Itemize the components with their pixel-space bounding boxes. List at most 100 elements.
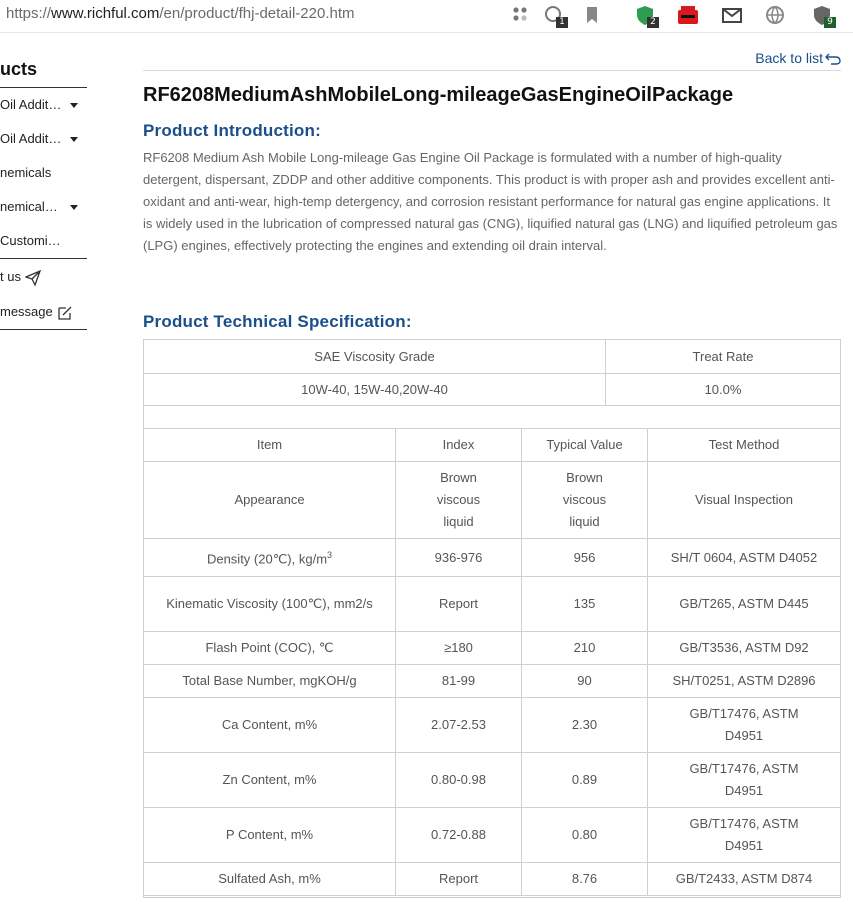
- intro-heading: Product Introduction:: [143, 121, 321, 140]
- sidebar-divider: [0, 329, 87, 330]
- viscosity-table: SAE Viscosity Grade Treat Rate 10W-40, 1…: [143, 339, 841, 406]
- index-cell: 936-976: [395, 538, 522, 577]
- typical-cell: 0.89: [521, 752, 648, 808]
- header-divider: [143, 70, 841, 71]
- item-cell: Kinematic Viscosity (100℃), mm2/s: [143, 576, 396, 632]
- method-cell: GB/T17476, ASTM D4951: [647, 697, 841, 753]
- extension-badge: 1: [556, 17, 568, 28]
- index-cell: 2.07-2.53: [395, 697, 522, 753]
- item-cell: Appearance: [143, 461, 396, 539]
- sidebar-item-label: Customi…: [0, 233, 61, 248]
- header-cell: Index: [395, 428, 522, 462]
- typical-cell: 8.76: [521, 862, 648, 896]
- shield-extension-icon[interactable]: 2: [634, 4, 659, 28]
- item-cell: Total Base Number, mgKOH/g: [143, 664, 396, 698]
- back-label: Back to list: [755, 50, 823, 66]
- caret-down-icon[interactable]: [70, 205, 78, 210]
- back-to-list-link[interactable]: Back to list: [755, 50, 841, 66]
- sidebar-item-label: nemicals …: [0, 199, 62, 214]
- header-cell: SAE Viscosity Grade: [143, 339, 606, 374]
- red-extension-icon[interactable]: [676, 4, 698, 26]
- item-superscript: 3: [327, 550, 333, 561]
- treat-rate-cell: 10.0%: [605, 373, 841, 406]
- edit-icon: [58, 306, 72, 320]
- item-cell: Ca Content, m%: [143, 697, 396, 753]
- sidebar-item-label: Oil Additi…: [0, 131, 62, 146]
- table-row: Flash Point (COC), ℃ ≥180 210 GB/T3536, …: [143, 631, 841, 665]
- address-bar[interactable]: https://www.richful.com/en/product/fhj-d…: [0, 0, 853, 33]
- sidebar-item-customization[interactable]: Customi…: [0, 224, 87, 258]
- return-arrow-icon: [825, 53, 841, 65]
- index-cell: Report: [395, 576, 522, 632]
- method-cell: SH/T 0604, ASTM D4052: [647, 538, 841, 577]
- intro-paragraph: RF6208 Medium Ash Mobile Long-mileage Ga…: [143, 150, 838, 253]
- paper-plane-icon: [24, 269, 42, 287]
- item-text: Density (20℃), kg/m: [206, 551, 328, 567]
- url-path: /en/product/fhj-detail-220.htm: [159, 5, 355, 22]
- bookmark-icon[interactable]: [581, 4, 603, 26]
- method-cell: GB/T17476, ASTM D4951: [647, 807, 841, 863]
- table-row: Ca Content, m% 2.07-2.53 2.30 GB/T17476,…: [143, 697, 841, 753]
- spec-table: Item Index Typical Value Test Method App…: [143, 428, 841, 896]
- method-cell: GB/T3536, ASTM D92: [647, 631, 841, 665]
- sidebar-item-label: Oil Additi…: [0, 97, 62, 112]
- sidebar-item-chemicals-2[interactable]: nemicals …: [0, 190, 87, 224]
- table-row: Density (20℃), kg/m3 936-976 956 SH/T 06…: [143, 538, 841, 577]
- index-cell: 0.80-0.98: [395, 752, 522, 808]
- globe-icon[interactable]: [764, 4, 786, 26]
- apps-grid-icon[interactable]: [510, 4, 532, 26]
- translate-extension-icon[interactable]: 1: [543, 4, 568, 28]
- typical-cell: 90: [521, 664, 648, 698]
- url-text[interactable]: https://www.richful.com/en/product/fhj-d…: [6, 5, 355, 22]
- sidebar-item-label: nemicals: [0, 165, 52, 180]
- url-host: www.richful.com: [51, 5, 160, 22]
- typical-cell: 0.80: [521, 807, 648, 863]
- sidebar-title: ucts: [0, 55, 87, 88]
- table-row: Sulfated Ash, m% Report 8.76 GB/T2433, A…: [143, 862, 841, 896]
- shield-dark-extension-icon[interactable]: 9: [811, 4, 836, 28]
- extension-badge: 2: [647, 17, 659, 28]
- typical-cell: 956: [521, 538, 648, 577]
- typical-cell: 210: [521, 631, 648, 665]
- typical-cell: 135: [521, 576, 648, 632]
- sidebar-item-oil-additives-1[interactable]: Oil Additi…: [0, 88, 87, 122]
- product-sidebar: ucts Oil Additi… Oil Additi… nemicals ne…: [0, 55, 87, 330]
- header-cell: Treat Rate: [605, 339, 841, 374]
- caret-down-icon[interactable]: [70, 103, 78, 108]
- spec-heading: Product Technical Specification:: [143, 312, 412, 331]
- extension-badge: 9: [824, 17, 836, 28]
- item-cell: Density (20℃), kg/m3: [143, 538, 396, 577]
- item-cell: P Content, m%: [143, 807, 396, 863]
- product-title: RF6208MediumAshMobileLong-mileageGasEngi…: [143, 84, 734, 106]
- table-row: P Content, m% 0.72-0.88 0.80 GB/T17476, …: [143, 807, 841, 863]
- table-row: Total Base Number, mgKOH/g 81-99 90 SH/T…: [143, 664, 841, 698]
- typical-cell: Brown viscous liquid: [521, 461, 648, 539]
- table-row: Kinematic Viscosity (100℃), mm2/s Report…: [143, 576, 841, 632]
- caret-down-icon[interactable]: [70, 137, 78, 142]
- index-cell: 81-99: [395, 664, 522, 698]
- method-cell: SH/T0251, ASTM D2896: [647, 664, 841, 698]
- table-row: Zn Content, m% 0.80-0.98 0.89 GB/T17476,…: [143, 752, 841, 808]
- index-cell: 0.72-0.88: [395, 807, 522, 863]
- index-cell: ≥180: [395, 631, 522, 665]
- message-label: message: [0, 304, 53, 319]
- contact-us-link[interactable]: t us: [0, 259, 87, 294]
- sidebar-item-oil-additives-2[interactable]: Oil Additi…: [0, 122, 87, 156]
- leave-message-link[interactable]: message: [0, 294, 87, 329]
- item-cell: Zn Content, m%: [143, 752, 396, 808]
- index-cell: Report: [395, 862, 522, 896]
- header-cell: Typical Value: [521, 428, 648, 462]
- method-cell: GB/T17476, ASTM D4951: [647, 752, 841, 808]
- table-header-row: Item Index Typical Value Test Method: [143, 428, 841, 462]
- url-prefix: https://: [6, 5, 52, 22]
- typical-cell: 2.30: [521, 697, 648, 753]
- index-cell: Brown viscous liquid: [395, 461, 522, 539]
- contact-label: t us: [0, 269, 21, 284]
- method-cell: GB/T265, ASTM D445: [647, 576, 841, 632]
- table-row: Appearance Brown viscous liquid Brown vi…: [143, 461, 841, 539]
- viscosity-grade-cell: 10W-40, 15W-40,20W-40: [143, 373, 606, 406]
- mail-icon[interactable]: [721, 4, 743, 26]
- sidebar-item-chemicals-1[interactable]: nemicals: [0, 156, 87, 190]
- item-cell: Flash Point (COC), ℃: [143, 631, 396, 665]
- method-cell: GB/T2433, ASTM D874: [647, 862, 841, 896]
